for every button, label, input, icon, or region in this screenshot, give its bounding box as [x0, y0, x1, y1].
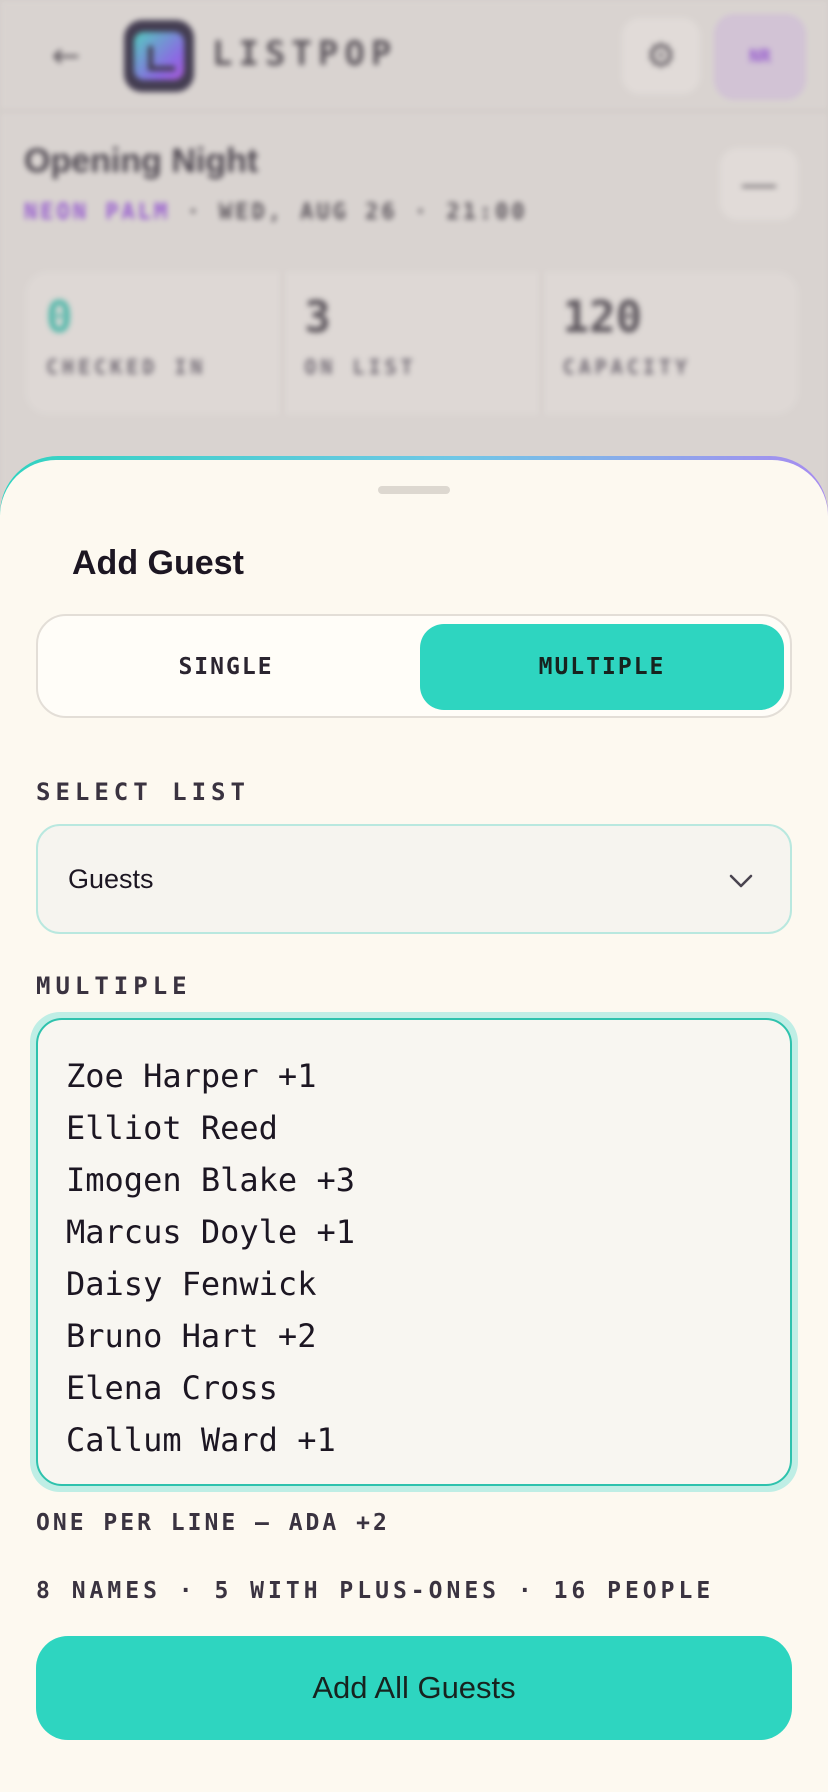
mode-multiple-button[interactable]: MULTIPLE — [420, 624, 784, 710]
guest-names-textarea[interactable]: Zoe Harper +1 Elliot Reed Imogen Blake +… — [36, 1018, 792, 1486]
format-hint: ONE PER LINE — ADA +2 — [36, 1510, 390, 1536]
name-line: Bruno Hart +2 — [66, 1317, 317, 1355]
name-line: Imogen Blake +3 — [66, 1161, 355, 1199]
name-line: Marcus Doyle +1 — [66, 1213, 355, 1251]
multiple-label: MULTIPLE — [36, 972, 192, 1000]
name-line: Zoe Harper +1 — [66, 1057, 317, 1095]
mode-single-button[interactable]: SINGLE — [44, 624, 408, 710]
sheet-grabber[interactable] — [378, 486, 450, 494]
sheet-title: Add Guest — [72, 544, 244, 582]
add-all-guests-button[interactable]: Add All Guests — [36, 1636, 792, 1740]
name-line: Callum Ward +1 — [66, 1421, 336, 1459]
name-line: Daisy Fenwick — [66, 1265, 317, 1303]
select-value: Guests — [68, 864, 154, 894]
chevron-down-icon — [729, 874, 753, 888]
guest-summary: 8 NAMES · 5 WITH PLUS-ONES · 16 PEOPLE — [36, 1578, 715, 1604]
name-line: Elena Cross — [66, 1369, 278, 1407]
add-guest-sheet: Add Guest SINGLE MULTIPLE SELECT LIST Gu… — [0, 460, 828, 1792]
name-line: Elliot Reed — [66, 1109, 278, 1147]
select-list-label: SELECT LIST — [36, 778, 250, 806]
mode-toggle: SINGLE MULTIPLE — [36, 614, 792, 718]
list-select[interactable]: Guests — [36, 824, 792, 934]
